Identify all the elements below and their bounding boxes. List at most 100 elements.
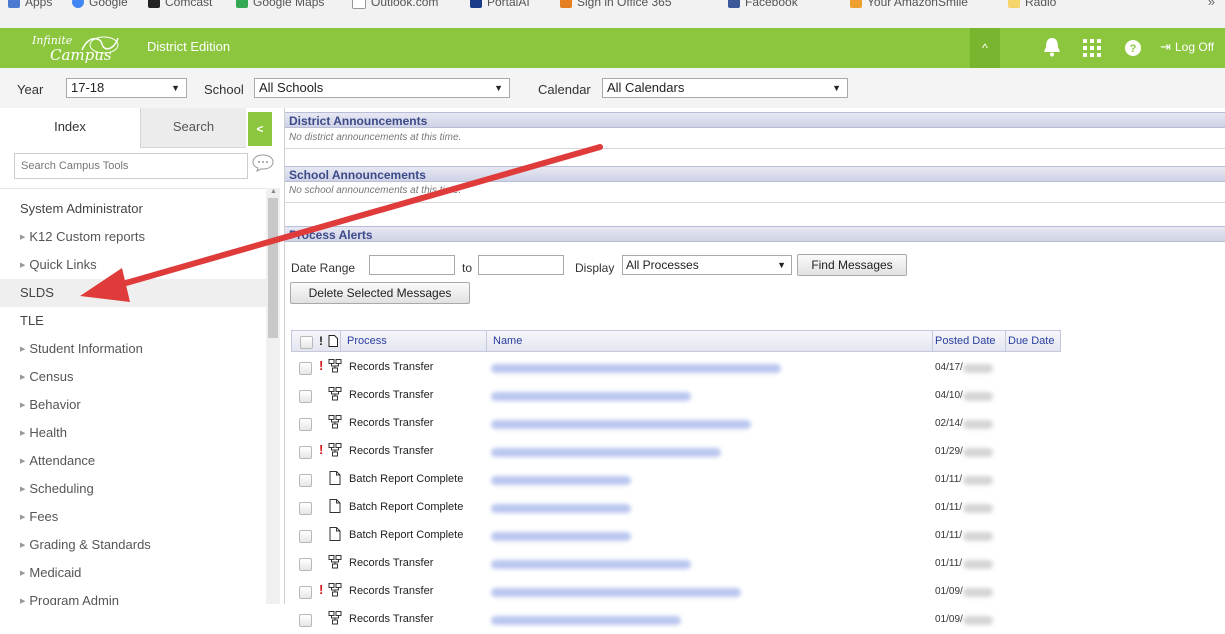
table-row[interactable]: ! Records Transfer 01/09/ bbox=[291, 578, 1061, 606]
expand-caret-icon: ▶ bbox=[20, 570, 26, 577]
school-select[interactable]: All Schools ▼ bbox=[254, 78, 510, 98]
bookmark-outlook[interactable]: Outlook.com bbox=[352, 0, 438, 9]
row-checkbox[interactable] bbox=[299, 558, 312, 571]
bookmark-google[interactable]: Google bbox=[72, 0, 128, 9]
scroll-up-icon[interactable]: ▲ bbox=[270, 188, 277, 195]
divider bbox=[285, 202, 1225, 203]
process-alerts-header: Process Alerts bbox=[285, 226, 1225, 242]
table-row[interactable]: ! Records Transfer 04/17/ bbox=[291, 354, 1061, 382]
column-header-process[interactable]: Process bbox=[340, 331, 492, 351]
sidebar-item-medicaid[interactable]: ▶ Medicaid bbox=[0, 559, 266, 587]
logout-icon[interactable]: ⇥ bbox=[1160, 39, 1171, 55]
table-row[interactable]: Records Transfer 01/09/ bbox=[291, 606, 1061, 634]
redacted-name-link[interactable] bbox=[491, 364, 781, 373]
maps-icon bbox=[236, 0, 248, 8]
row-checkbox[interactable] bbox=[299, 418, 312, 431]
search-campus-tools-input[interactable]: Search Campus Tools bbox=[14, 153, 248, 179]
redacted-name-link[interactable] bbox=[491, 532, 631, 541]
row-checkbox[interactable] bbox=[299, 502, 312, 515]
sidebar-item-program-admin[interactable]: ▶ Program Admin bbox=[0, 587, 266, 605]
display-select[interactable]: All Processes ▼ bbox=[622, 255, 792, 275]
redacted-name-link[interactable] bbox=[491, 392, 691, 401]
redacted-name-link[interactable] bbox=[491, 420, 751, 429]
posted-date-cell: 04/10/ bbox=[935, 390, 963, 401]
sidebar-item-quick-links[interactable]: ▶ Quick Links bbox=[0, 251, 266, 279]
bookmark-comcast[interactable]: Comcast bbox=[148, 0, 212, 9]
sidebar-item-k12-custom-reports[interactable]: ▶ K12 Custom reports bbox=[0, 223, 266, 251]
year-select[interactable]: 17-18 ▼ bbox=[66, 78, 187, 98]
calendar-label: Calendar bbox=[538, 82, 591, 97]
more-bookmarks-icon[interactable]: » bbox=[1208, 0, 1215, 9]
row-checkbox[interactable] bbox=[299, 362, 312, 375]
sidebar-item-student-information[interactable]: ▶ Student Information bbox=[0, 335, 266, 363]
sidebar-item-scheduling[interactable]: ▶ Scheduling bbox=[0, 475, 266, 503]
bookmark-office365[interactable]: Sign in Office 365 bbox=[560, 0, 672, 9]
sidebar-item-attendance[interactable]: ▶ Attendance bbox=[0, 447, 266, 475]
chevron-up-icon[interactable]: ^ bbox=[970, 28, 1000, 68]
grid-icon[interactable] bbox=[1083, 39, 1101, 57]
sidebar-item-behavior[interactable]: ▶ Behavior bbox=[0, 391, 266, 419]
sidebar-scrollbar[interactable]: ▲ bbox=[266, 188, 280, 604]
sidebar-item-tle[interactable]: TLE bbox=[0, 307, 266, 335]
sidebar-item-system-administrator[interactable]: System Administrator bbox=[0, 195, 266, 223]
chat-icon[interactable] bbox=[252, 154, 274, 172]
expand-caret-icon: ▶ bbox=[20, 234, 26, 241]
redacted-name-link[interactable] bbox=[491, 616, 681, 625]
collapse-sidebar-button[interactable]: < bbox=[248, 112, 272, 146]
find-messages-button[interactable]: Find Messages bbox=[797, 254, 907, 276]
school-announcements-header: School Announcements bbox=[285, 166, 1225, 182]
column-header-name[interactable]: Name bbox=[486, 331, 933, 351]
redacted-name-link[interactable] bbox=[491, 448, 721, 457]
bell-icon[interactable] bbox=[1043, 37, 1061, 57]
scrollbar-thumb[interactable] bbox=[268, 198, 278, 338]
bookmark-apps[interactable]: Apps bbox=[8, 0, 52, 9]
column-header-due-date[interactable]: Due Date bbox=[1005, 331, 1064, 351]
sidebar-item-grading-standards[interactable]: ▶ Grading & Standards bbox=[0, 531, 266, 559]
table-row[interactable]: Batch Report Complete 01/11/ bbox=[291, 522, 1061, 550]
document-icon bbox=[328, 335, 338, 347]
row-checkbox[interactable] bbox=[299, 446, 312, 459]
redacted-date bbox=[963, 560, 993, 569]
table-row[interactable]: Batch Report Complete 01/11/ bbox=[291, 466, 1061, 494]
delete-selected-messages-button[interactable]: Delete Selected Messages bbox=[290, 282, 470, 304]
table-row[interactable]: Records Transfer 01/11/ bbox=[291, 550, 1061, 578]
redacted-name-link[interactable] bbox=[491, 560, 691, 569]
table-header: ! Process Name Posted Date Due Date bbox=[291, 330, 1061, 352]
select-all-checkbox[interactable] bbox=[300, 336, 313, 349]
sidebar-item-health[interactable]: ▶ Health bbox=[0, 419, 266, 447]
help-icon[interactable]: ? bbox=[1125, 40, 1141, 56]
row-checkbox[interactable] bbox=[299, 390, 312, 403]
tab-search[interactable]: Search bbox=[140, 108, 246, 148]
sidebar-item-census[interactable]: ▶ Census bbox=[0, 363, 266, 391]
row-checkbox[interactable] bbox=[299, 586, 312, 599]
bookmark-google-maps[interactable]: Google Maps bbox=[236, 0, 324, 9]
redacted-date bbox=[963, 616, 993, 625]
redacted-name-link[interactable] bbox=[491, 504, 631, 513]
calendar-select[interactable]: All Calendars ▼ bbox=[602, 78, 848, 98]
column-header-posted-date[interactable]: Posted Date bbox=[932, 331, 1007, 351]
table-row[interactable]: Batch Report Complete 01/11/ bbox=[291, 494, 1061, 522]
app-header: Infinite Campus District Edition ^ ? ⇥ L… bbox=[0, 28, 1225, 68]
table-row[interactable]: Records Transfer 04/10/ bbox=[291, 382, 1061, 410]
logoff-button[interactable]: Log Off bbox=[1175, 40, 1214, 54]
table-row[interactable]: ! Records Transfer 01/29/ bbox=[291, 438, 1061, 466]
redacted-name-link[interactable] bbox=[491, 476, 631, 485]
bookmark-amazonsmile[interactable]: Your AmazonSmile bbox=[850, 0, 968, 9]
table-row[interactable]: Records Transfer 02/14/ bbox=[291, 410, 1061, 438]
redacted-date bbox=[963, 364, 993, 373]
sidebar-item-slds[interactable]: SLDS bbox=[0, 279, 266, 307]
bookmark-portalai[interactable]: PortalAI bbox=[470, 0, 530, 9]
row-checkbox[interactable] bbox=[299, 474, 312, 487]
bookmark-radio[interactable]: Radio bbox=[1008, 0, 1056, 9]
sidebar: Index Search < Search Campus Tools Syste… bbox=[0, 108, 285, 605]
date-to-input[interactable] bbox=[478, 255, 564, 275]
row-checkbox[interactable] bbox=[299, 614, 312, 627]
row-checkbox[interactable] bbox=[299, 530, 312, 543]
process-cell: Records Transfer bbox=[349, 557, 434, 569]
tab-index[interactable]: Index bbox=[0, 108, 140, 148]
bookmark-facebook[interactable]: Facebook bbox=[728, 0, 798, 9]
sidebar-item-fees[interactable]: ▶ Fees bbox=[0, 503, 266, 531]
date-from-input[interactable] bbox=[369, 255, 455, 275]
redacted-name-link[interactable] bbox=[491, 588, 741, 597]
infinite-campus-logo[interactable]: Infinite Campus bbox=[30, 32, 134, 64]
